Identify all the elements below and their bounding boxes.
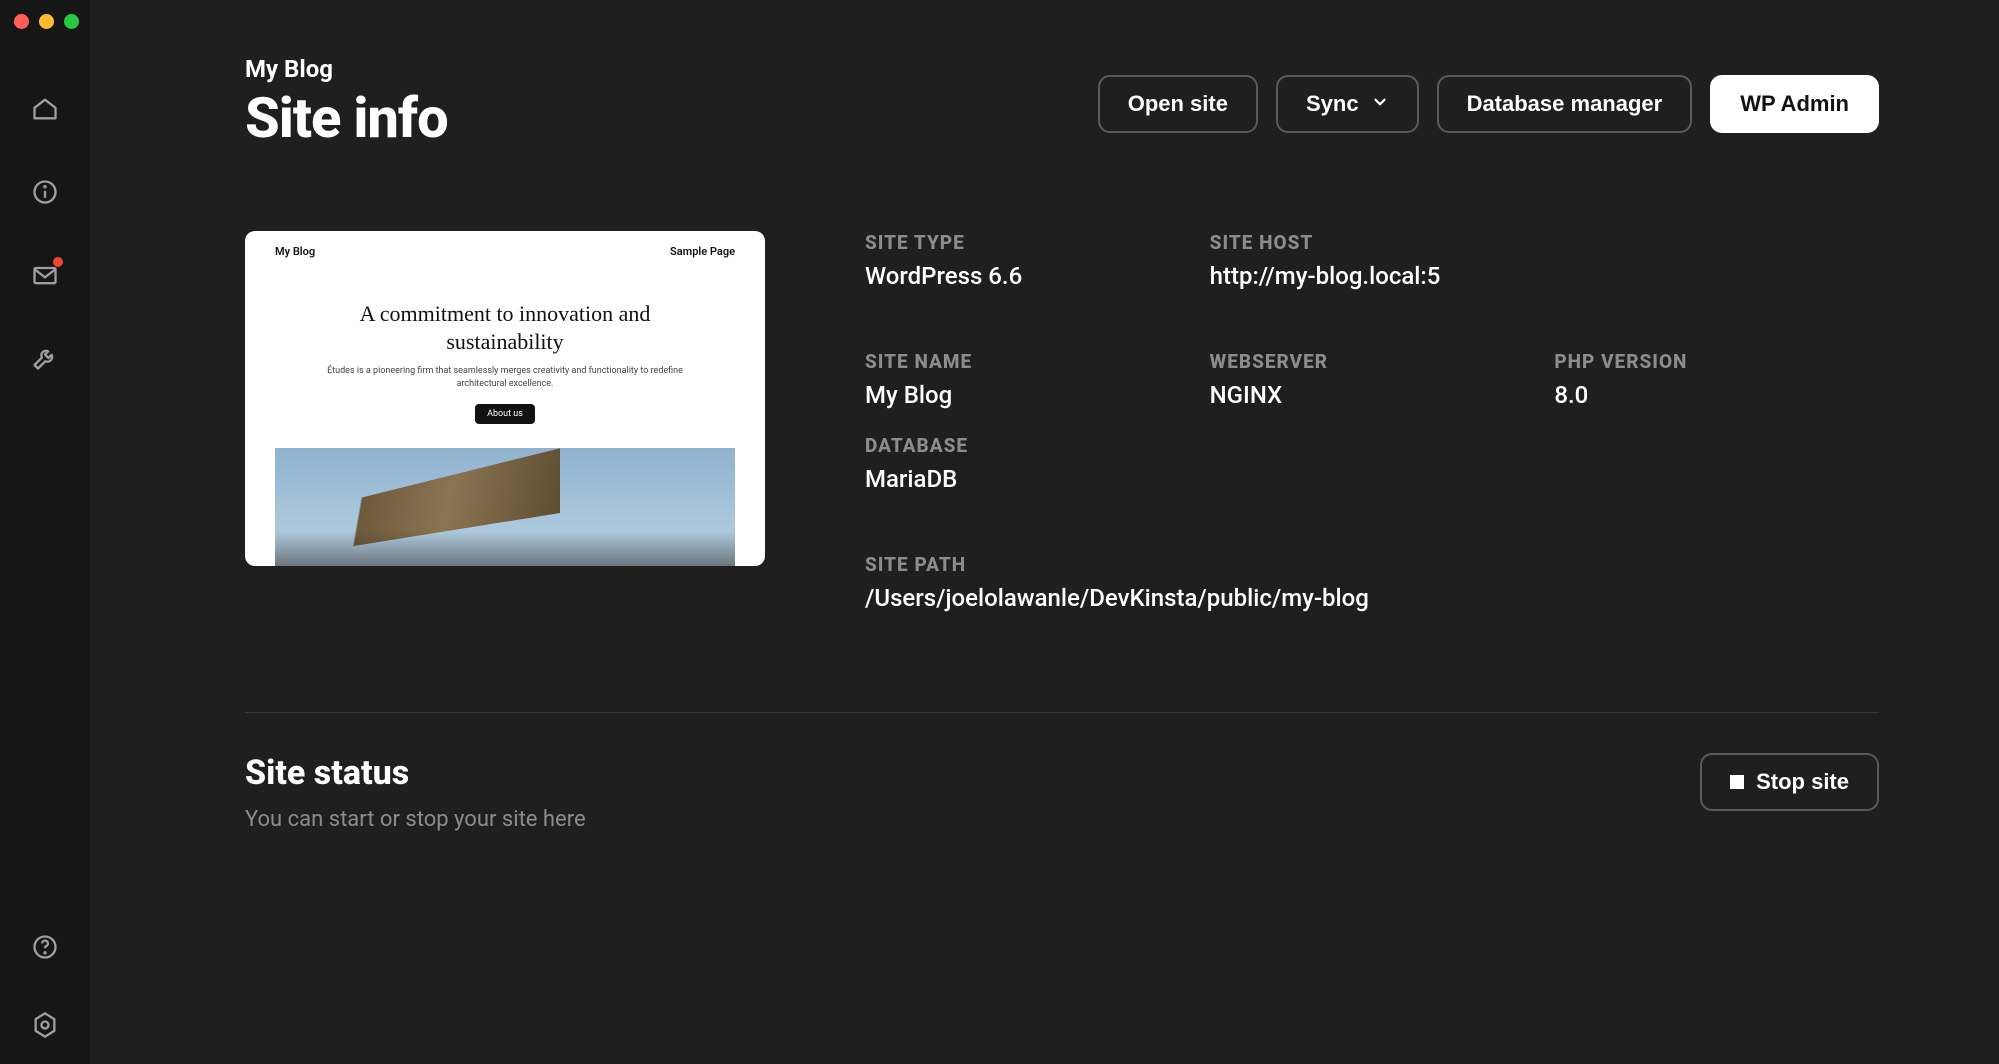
gear-hex-icon[interactable] bbox=[31, 1011, 59, 1039]
value-webserver: NGINX bbox=[1210, 381, 1535, 409]
main-content: My Blog Site info Open site Sync Databas… bbox=[90, 0, 1999, 1064]
minimize-window-icon[interactable] bbox=[39, 14, 54, 29]
window-traffic-lights bbox=[14, 14, 79, 29]
preview-image bbox=[275, 448, 735, 566]
notification-badge bbox=[53, 257, 63, 267]
wrench-icon[interactable] bbox=[31, 344, 59, 372]
preview-subtext: Études is a pioneering firm that seamles… bbox=[305, 365, 705, 390]
label-site-name: SITE NAME bbox=[865, 350, 1190, 373]
chevron-down-icon bbox=[1371, 91, 1389, 117]
label-webserver: WEBSERVER bbox=[1210, 350, 1535, 373]
sidebar bbox=[0, 0, 90, 1064]
stop-site-label: Stop site bbox=[1756, 769, 1849, 795]
label-site-host: SITE HOST bbox=[1210, 231, 1879, 254]
open-site-button[interactable]: Open site bbox=[1098, 75, 1258, 133]
preview-nav-item: Sample Page bbox=[670, 245, 735, 258]
site-status-subtitle: You can start or stop your site here bbox=[245, 807, 586, 832]
mail-icon[interactable] bbox=[31, 261, 59, 289]
close-window-icon[interactable] bbox=[14, 14, 29, 29]
site-name: My Blog bbox=[245, 55, 448, 83]
label-php-version: PHP VERSION bbox=[1554, 350, 1879, 373]
preview-site-title: My Blog bbox=[275, 245, 315, 258]
label-database: DATABASE bbox=[865, 434, 1879, 457]
stop-site-button[interactable]: Stop site bbox=[1700, 753, 1879, 811]
home-icon[interactable] bbox=[31, 95, 59, 123]
open-site-label: Open site bbox=[1128, 91, 1228, 117]
site-info-grid: SITE TYPE WordPress 6.6 SITE HOST http:/… bbox=[865, 231, 1879, 612]
value-site-type: WordPress 6.6 bbox=[865, 262, 1190, 290]
section-divider bbox=[245, 712, 1879, 713]
site-preview-thumbnail[interactable]: My Blog Sample Page A commitment to inno… bbox=[245, 231, 765, 566]
page-title: Site info bbox=[245, 85, 448, 151]
zoom-window-icon[interactable] bbox=[64, 14, 79, 29]
stop-icon bbox=[1730, 775, 1744, 789]
site-status-title: Site status bbox=[245, 753, 586, 793]
info-icon[interactable] bbox=[31, 178, 59, 206]
label-site-path: SITE PATH bbox=[865, 553, 1879, 576]
value-site-name: My Blog bbox=[865, 381, 1190, 409]
value-database: MariaDB bbox=[865, 465, 1879, 493]
preview-cta: About us bbox=[475, 404, 535, 424]
wp-admin-label: WP Admin bbox=[1740, 91, 1849, 117]
label-site-type: SITE TYPE bbox=[865, 231, 1190, 254]
wp-admin-button[interactable]: WP Admin bbox=[1710, 75, 1879, 133]
header-actions: Open site Sync Database manager WP Admin bbox=[1098, 75, 1879, 133]
value-php-version: 8.0 bbox=[1554, 381, 1879, 409]
preview-headline: A commitment to innovation and sustainab… bbox=[305, 300, 705, 355]
value-site-path[interactable]: /Users/joelolawanle/DevKinsta/public/my-… bbox=[865, 584, 1879, 612]
sync-label: Sync bbox=[1306, 91, 1359, 117]
value-site-host[interactable]: http://my-blog.local:5 bbox=[1210, 262, 1879, 290]
database-manager-button[interactable]: Database manager bbox=[1437, 75, 1693, 133]
database-manager-label: Database manager bbox=[1467, 91, 1663, 117]
sync-button[interactable]: Sync bbox=[1276, 75, 1419, 133]
help-icon[interactable] bbox=[31, 933, 59, 961]
